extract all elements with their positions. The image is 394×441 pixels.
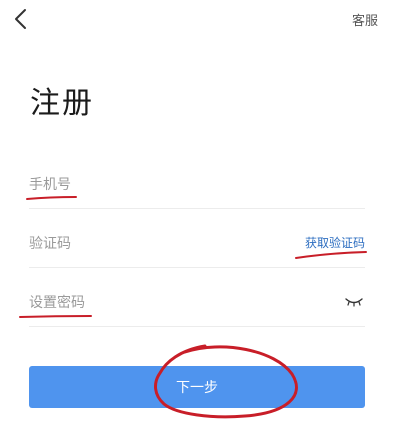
verification-code-placeholder: 验证码 [29, 236, 71, 252]
next-step-button[interactable]: 下一步 [29, 366, 365, 408]
verification-code-field[interactable]: 验证码 获取验证码 [29, 209, 365, 268]
password-placeholder: 设置密码 [29, 295, 85, 311]
customer-service-button[interactable]: 客服 [352, 10, 378, 29]
chevron-left-icon [15, 9, 26, 29]
password-field[interactable]: 设置密码 [29, 268, 365, 327]
phone-placeholder: 手机号 [29, 177, 71, 193]
phone-field[interactable]: 手机号 [29, 150, 365, 209]
eye-closed-icon [345, 298, 363, 307]
top-bar: 客服 [0, 0, 394, 44]
get-code-button[interactable]: 获取验证码 [305, 234, 365, 251]
back-button[interactable] [8, 6, 34, 32]
page-title: 注册 [30, 86, 94, 121]
password-visibility-toggle[interactable] [345, 293, 363, 307]
